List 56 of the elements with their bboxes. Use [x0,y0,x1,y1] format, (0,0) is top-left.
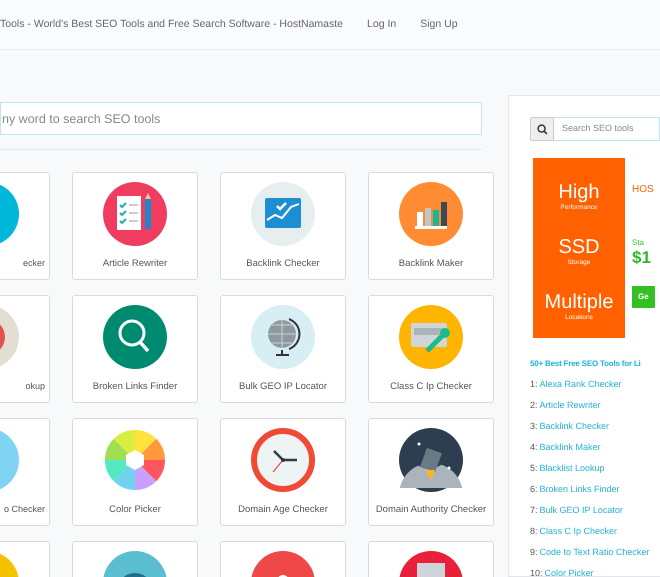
tool-card[interactable]: Class C Ip Checker [368,295,494,403]
nav-link[interactable]: Sign Up [420,16,458,32]
list-heading: 50+ Best Free SEO Tools for Li [530,358,642,370]
tool-label: Domain Age Checker [238,503,328,517]
tool-label: ecker [22,257,45,270]
list-number: 4: [530,441,538,454]
chart-icon [251,182,315,246]
tool-label: Domain Authority Checker [376,503,486,517]
tool-card[interactable]: Domain Age Checker [220,418,346,526]
tool-card[interactable]: Article Rewriter [72,172,198,280]
tool-card[interactable]: okup [0,295,50,403]
tool-label: Color Picker [109,503,161,517]
tool-label: Bulk GEO IP Locator [238,380,327,394]
tool-card[interactable]: Broken Links Finder [72,295,198,403]
ad-text: Sta [632,237,646,249]
tool-card[interactable]: ecker [0,172,50,280]
tool-label: Article Rewriter [102,257,168,271]
list-number: 10: [530,567,543,576]
tool-card[interactable]: Bulk GEO IP Locator [220,295,346,403]
tool-card[interactable]: Backlink Checker [220,172,346,280]
list-number: 8: [530,525,538,538]
tool-label: Broken Links Finder [92,380,178,394]
ad-brand: HOS [632,183,655,197]
list-number: 2: [530,399,538,412]
tool-label: Backlink Maker [398,257,464,271]
list-number: 1: [530,378,538,391]
tool-card[interactable]: Backlink Maker [368,172,494,280]
tool-card[interactable]: Color Picker [72,418,198,526]
site-title[interactable]: Tools - World's Best SEO Tools and Free Search Software - HostNamaste [0,16,344,32]
rocket-icon [399,428,463,492]
checklist-icon [103,182,167,246]
tool-card[interactable]: Domain Authority Checker [368,418,494,526]
search-field[interactable]: ny word to search SEO tools [0,102,482,135]
feature-title: SSD [558,236,600,258]
tool-label: Backlink Checker [246,257,320,271]
feature-title: High [558,181,600,204]
list-number: 5: [530,462,538,475]
tool-card[interactable]: o Checker [0,418,50,526]
tool-label: Class C Ip Checker [390,380,472,394]
bar-chart-icon [399,182,463,246]
list-number: 7: [530,504,538,517]
ad-price: $1 [632,249,652,266]
wrench-icon [399,305,463,369]
feature-title: Multiple [544,290,614,313]
list-number: 3: [530,420,538,433]
tool-label: o Checker [4,503,45,516]
clock-icon [251,428,315,492]
search-button[interactable] [530,117,554,141]
list-number: 9: [530,546,538,559]
list-number: 6: [530,483,538,496]
search-icon [536,124,548,134]
nav-link[interactable]: Log In [367,16,396,32]
color-wheel-icon [103,428,167,492]
tool-label: okup [25,380,45,393]
magnifier-icon [103,305,167,369]
search-field[interactable]: Search SEO tools [554,117,660,141]
